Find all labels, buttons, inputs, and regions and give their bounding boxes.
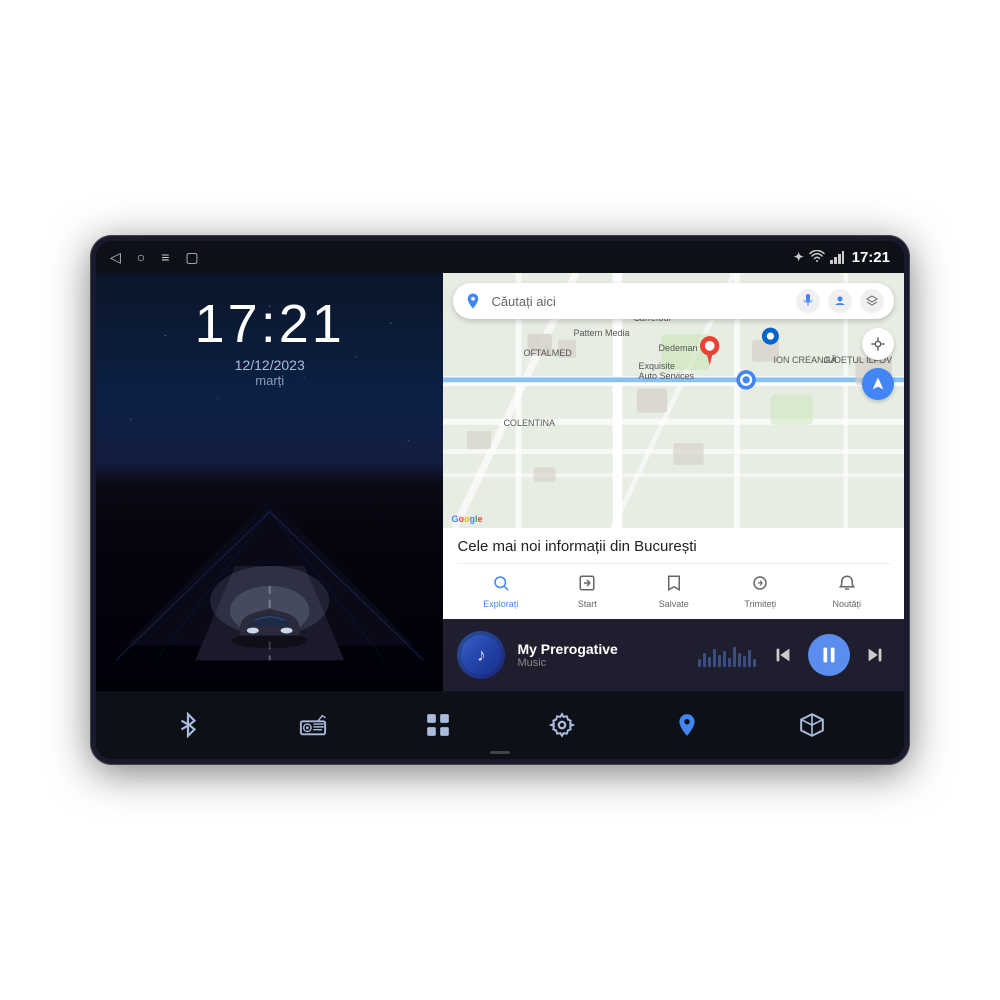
waveform-bar-11 <box>748 650 751 667</box>
music-player: ♪ My Prerogative Music <box>443 619 904 691</box>
music-controls <box>768 634 890 676</box>
profile-icon[interactable] <box>828 289 852 313</box>
music-waveform <box>698 643 756 667</box>
map-search-placeholder[interactable]: Căutați aici <box>491 294 788 309</box>
clock-day: marți <box>195 373 345 388</box>
cube-3d-icon <box>799 712 825 738</box>
music-subtitle: Music <box>517 657 686 669</box>
status-right: ✦ 17:21 <box>794 249 890 266</box>
dock-item-bluetooth[interactable] <box>166 703 210 747</box>
clock-display: 17:21 12/12/2023 marți <box>195 297 345 388</box>
map-label-dedeman: Dedeman <box>658 343 697 353</box>
map-container[interactable]: Carrefour Dragonul Roșu Pattern Media De… <box>443 273 904 528</box>
map-nav-trimiteți[interactable]: Trimiteți <box>717 570 804 613</box>
wifi-icon <box>809 250 825 264</box>
signal-icon <box>830 250 844 264</box>
album-art-inner: ♪ <box>461 635 501 675</box>
settings-gear-icon <box>549 712 575 738</box>
back-icon[interactable]: ◁ <box>110 249 121 266</box>
waveform-bar-4 <box>713 649 716 667</box>
tunnel-background <box>96 461 443 691</box>
tunnel-svg <box>96 461 443 691</box>
waveform-bar-3 <box>708 657 711 667</box>
screenshot-icon[interactable]: ▢ <box>185 249 198 266</box>
status-bar: ◁ ○ ≡ ▢ ✦ <box>96 241 904 273</box>
apps-grid-icon <box>425 712 451 738</box>
dock-item-settings[interactable] <box>540 703 584 747</box>
layers-icon[interactable] <box>860 289 884 313</box>
waveform-bar-9 <box>738 653 741 667</box>
music-title: My Prerogative <box>517 641 686 657</box>
salvate-icon <box>665 574 683 597</box>
clock-date: 12/12/2023 <box>195 357 345 373</box>
google-maps-pin-icon <box>463 291 483 311</box>
waveform-bar-5 <box>718 655 721 667</box>
album-art: ♪ <box>457 631 505 679</box>
menu-icon[interactable]: ≡ <box>161 249 169 265</box>
waveform-bar-2 <box>703 653 706 667</box>
map-nav-noutăți[interactable]: Noutăți <box>804 570 891 613</box>
map-label-oftalmed: OFTALMED <box>523 348 571 358</box>
device-screen: ◁ ○ ≡ ▢ ✦ <box>96 241 904 759</box>
left-panel: 17:21 12/12/2023 marți <box>96 273 443 691</box>
map-search-bar[interactable]: Căutați aici <box>453 283 894 319</box>
map-nav-salvate[interactable]: Salvate <box>630 570 717 613</box>
waveform-bar-1 <box>698 659 701 667</box>
home-icon[interactable]: ○ <box>137 249 145 265</box>
explorați-icon <box>492 574 510 597</box>
swipe-indicator <box>490 751 510 754</box>
waveform-bar-8 <box>733 647 736 667</box>
map-label-colentina: COLENTINA <box>503 418 555 428</box>
right-panel: Carrefour Dragonul Roșu Pattern Media De… <box>443 273 904 691</box>
google-logo: Google <box>451 514 482 524</box>
noutăți-icon <box>838 574 856 597</box>
salvate-label: Salvate <box>659 599 689 609</box>
status-time: 17:21 <box>852 249 890 266</box>
waveform-bar-6 <box>723 651 726 667</box>
waveform-bar-10 <box>743 656 746 667</box>
clock-time: 17:21 <box>195 297 345 351</box>
location-target-icon[interactable] <box>862 328 894 360</box>
music-info: My Prerogative Music <box>517 641 686 669</box>
connectivity-icons: ✦ <box>794 250 844 264</box>
bluetooth-status-icon: ✦ <box>794 250 804 264</box>
radio-icon <box>299 713 327 737</box>
map-label-auto: Auto Services <box>638 371 694 381</box>
start-label: Start <box>578 599 597 609</box>
next-track-button[interactable] <box>860 640 890 670</box>
navigate-icon[interactable] <box>862 368 894 400</box>
map-label-pattern: Pattern Media <box>573 328 629 338</box>
main-content: 17:21 12/12/2023 marți <box>96 273 904 691</box>
car-tunnel-scene <box>96 461 443 691</box>
microphone-icon[interactable] <box>796 289 820 313</box>
dock-item-cube[interactable] <box>790 703 834 747</box>
status-left-icons: ◁ ○ ≡ ▢ <box>110 249 199 266</box>
map-nav-start[interactable]: Start <box>544 570 631 613</box>
waveform-bar-7 <box>728 658 731 667</box>
map-info-title: Cele mai noi informații din București <box>457 538 890 555</box>
prev-track-button[interactable] <box>768 640 798 670</box>
dock-item-radio[interactable] <box>291 703 335 747</box>
map-nav-buttons: Explorați Start Salvate <box>457 563 890 613</box>
map-search-action-icons <box>796 289 884 313</box>
play-pause-button[interactable] <box>808 634 850 676</box>
map-nav-explorați[interactable]: Explorați <box>457 570 544 613</box>
music-note-icon: ♪ <box>477 645 486 666</box>
start-icon <box>578 574 596 597</box>
dock-item-maps[interactable] <box>665 703 709 747</box>
dock-item-apps[interactable] <box>416 703 460 747</box>
explorați-label: Explorați <box>483 599 518 609</box>
bottom-dock <box>96 691 904 759</box>
map-info-section: Cele mai noi informații din București Ex… <box>443 528 904 619</box>
waveform-bar-12 <box>753 659 756 667</box>
noutăți-label: Noutăți <box>832 599 861 609</box>
maps-icon <box>674 712 700 738</box>
map-controls <box>862 328 894 400</box>
device-frame: ◁ ○ ≡ ▢ ✦ <box>90 235 910 765</box>
trimiteți-label: Trimiteți <box>744 599 776 609</box>
bluetooth-icon <box>175 712 201 738</box>
map-label-exquisite: Exquisite <box>638 361 675 371</box>
trimiteți-icon <box>751 574 769 597</box>
